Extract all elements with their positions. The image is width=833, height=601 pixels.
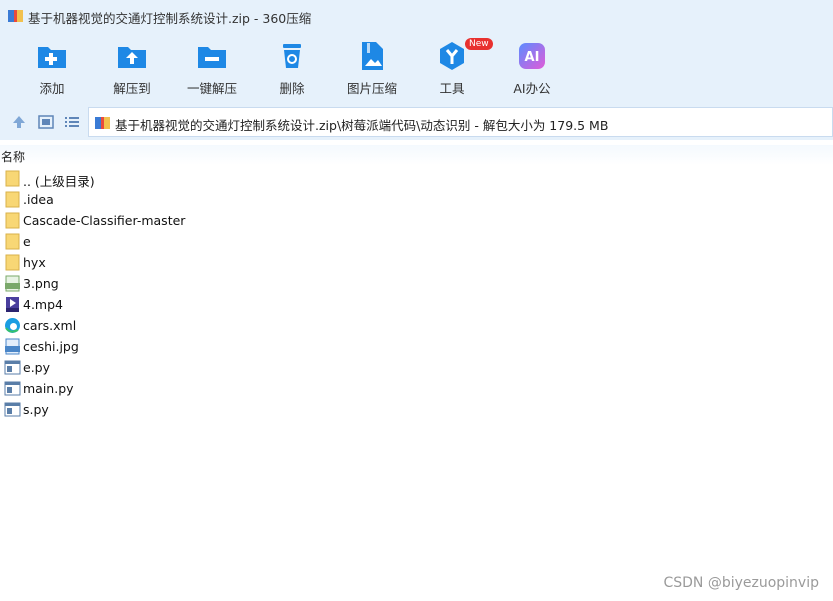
list-item[interactable]: ceshi.jpg: [0, 336, 833, 357]
image-compress-icon: [362, 42, 383, 70]
folder-icon: [5, 233, 20, 250]
extract-to-button[interactable]: 解压到: [92, 38, 172, 100]
py-file-icon: [4, 381, 21, 396]
up-level-icon[interactable]: [11, 114, 27, 130]
list-view-icon[interactable]: [64, 114, 80, 130]
list-item[interactable]: e: [0, 231, 833, 252]
image-compress-label: 图片压缩: [346, 81, 397, 96]
window-title: 基于机器视觉的交通灯控制系统设计.zip - 360压缩: [28, 11, 312, 26]
file-name: 4.mp4: [23, 297, 63, 312]
list-item[interactable]: 4.mp4: [0, 294, 833, 315]
column-header-label: 名称: [1, 150, 26, 164]
extract-to-icon: [118, 47, 146, 68]
folder-icon: [5, 170, 20, 187]
folder-icon: [5, 191, 20, 208]
file-name: 3.png: [23, 276, 59, 291]
list-item[interactable]: hyx: [0, 252, 833, 273]
title-bar: 基于机器视觉的交通灯控制系统设计.zip - 360压缩: [0, 0, 833, 32]
folder-icon: [5, 212, 20, 229]
add-button[interactable]: 添加: [12, 38, 92, 100]
extract-to-label: 解压到: [113, 81, 151, 96]
address-path: 基于机器视觉的交通灯控制系统设计.zip\树莓派端代码\动态识别 - 解包大小为…: [115, 118, 609, 133]
file-name: Cascade-Classifier-master: [23, 213, 186, 228]
add-label: 添加: [39, 81, 65, 96]
tools-label: 工具: [439, 81, 465, 96]
address-bar: 基于机器视觉的交通灯控制系统设计.zip\树莓派端代码\动态识别 - 解包大小为…: [0, 104, 833, 140]
one-click-extract-label: 一键解压: [186, 81, 237, 96]
tools-icon: [440, 42, 464, 70]
py-file-icon: [4, 360, 21, 375]
file-list: .. (上级目录) .idea Cascade-Classifier-maste…: [0, 168, 833, 420]
delete-button[interactable]: 删除: [252, 38, 332, 100]
list-item[interactable]: e.py: [0, 357, 833, 378]
list-item[interactable]: cars.xml: [0, 315, 833, 336]
ai-office-button[interactable]: AI AI办公: [492, 38, 572, 100]
py-file-icon: [4, 402, 21, 417]
ai-glyph: AI: [525, 50, 540, 65]
delete-icon: [283, 44, 301, 68]
column-header-name[interactable]: 名称: [0, 145, 833, 165]
one-click-extract-icon: [198, 47, 226, 68]
address-path-field[interactable]: 基于机器视觉的交通灯控制系统设计.zip\树莓派端代码\动态识别 - 解包大小为…: [88, 107, 833, 137]
tools-button[interactable]: New 工具: [412, 38, 493, 100]
ai-office-label: AI办公: [513, 81, 551, 96]
file-name: main.py: [23, 381, 74, 396]
file-name: cars.xml: [23, 318, 77, 333]
jpg-file-icon: [5, 338, 20, 355]
list-item[interactable]: 3.png: [0, 273, 833, 294]
list-item[interactable]: main.py: [0, 378, 833, 399]
png-file-icon: [5, 275, 20, 292]
watermark: CSDN @biyezuopinvip: [663, 575, 819, 591]
mp4-file-icon: [6, 297, 19, 312]
archive-icon: [95, 117, 110, 129]
one-click-extract-button[interactable]: 一键解压: [172, 38, 252, 100]
ai-office-icon: AI: [519, 43, 545, 69]
list-item[interactable]: s.py: [0, 399, 833, 420]
edge-browser-icon: [5, 318, 20, 333]
list-item[interactable]: .idea: [0, 189, 833, 210]
list-item[interactable]: .. (上级目录): [0, 168, 833, 189]
file-name: .idea: [23, 192, 54, 207]
thumbnail-view-icon[interactable]: [38, 114, 54, 130]
add-icon: [38, 47, 66, 68]
toolbar: 添加 解压到 一键解压 删除 图片压缩 New 工具 AI AI办公: [0, 32, 833, 104]
image-compress-button[interactable]: 图片压缩: [332, 38, 412, 100]
folder-icon: [5, 254, 20, 271]
new-badge: New: [465, 38, 493, 50]
file-name: .. (上级目录): [23, 174, 95, 189]
delete-label: 删除: [279, 81, 305, 96]
file-name: e: [23, 234, 31, 249]
archive-app-icon: [8, 10, 23, 22]
file-name: ceshi.jpg: [23, 339, 79, 354]
list-item[interactable]: Cascade-Classifier-master: [0, 210, 833, 231]
file-name: s.py: [23, 402, 49, 417]
file-name: e.py: [23, 360, 50, 375]
file-name: hyx: [23, 255, 46, 270]
